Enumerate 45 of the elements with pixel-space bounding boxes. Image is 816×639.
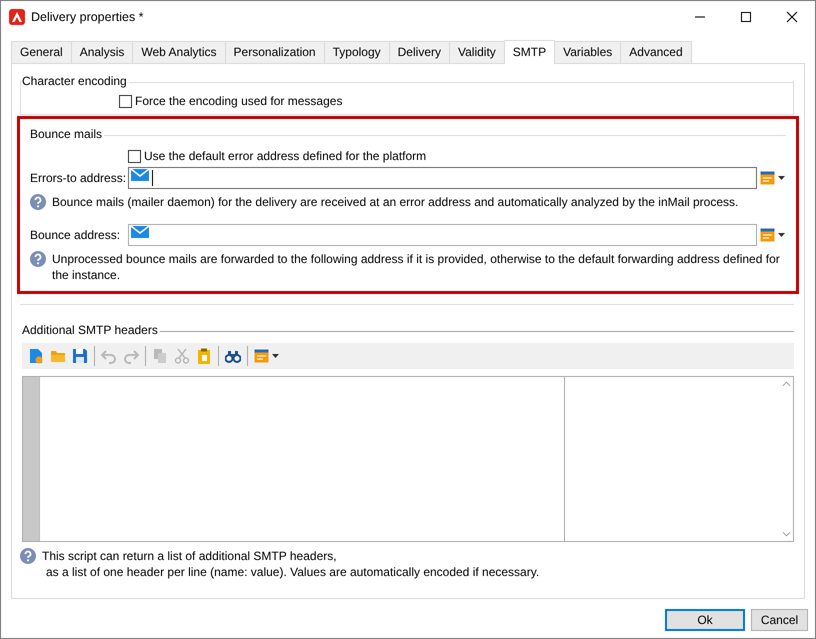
tab[interactable]: Analysis: [70, 41, 134, 63]
group-title: Character encoding: [22, 74, 127, 88]
address-picker-icon[interactable]: [760, 171, 786, 185]
tab[interactable]: Typology: [324, 41, 390, 63]
tab[interactable]: Validity: [448, 41, 505, 63]
binoculars-icon[interactable]: [225, 348, 241, 364]
address-field[interactable]: [128, 167, 757, 189]
address-field[interactable]: [128, 224, 757, 246]
help-text: Bounce mails (mailer daemon) for the delivery are received at an error address and automatically analyzed by the inMail process.: [52, 194, 738, 210]
window-title: Delivery properties *: [31, 10, 144, 24]
tab[interactable]: Variables: [554, 41, 622, 63]
tab[interactable]: General: [11, 41, 72, 63]
dialog-button[interactable]: Cancel: [751, 609, 808, 631]
save-icon[interactable]: [72, 348, 88, 364]
address-picker-icon[interactable]: [760, 228, 786, 242]
group-title: Bounce mails: [30, 127, 102, 141]
help-icon: [20, 548, 36, 564]
folder-icon[interactable]: [50, 348, 66, 364]
scroll-down-icon[interactable]: [782, 531, 790, 537]
script-editor[interactable]: [22, 376, 794, 542]
group-title: Additional SMTP headers: [22, 323, 158, 337]
checkbox[interactable]: [119, 94, 132, 108]
tab[interactable]: Personalization: [224, 41, 325, 63]
checkbox[interactable]: [128, 150, 141, 162]
tab[interactable]: SMTP: [504, 40, 556, 64]
checkbox-label[interactable]: Use the default error address defined for the platform: [144, 149, 426, 163]
tab[interactable]: Delivery: [388, 41, 450, 63]
envelope-icon: [131, 169, 149, 181]
field-label: Errors-to address:: [30, 171, 128, 185]
app-logo-icon: [9, 8, 25, 24]
menu-dropdown-icon[interactable]: [254, 349, 280, 363]
tab[interactable]: Web Analytics: [132, 41, 226, 63]
help-text: as a list of one header per line (name: value). Values are automatically encoded if necessary.: [45, 564, 540, 580]
help-text: Unprocessed bounce mails are forwarded to the following address if it is provided, otherwise to the default forwarding address defined for the instance.: [52, 251, 781, 283]
help-text: This script can return a list of additional SMTP headers,: [42, 548, 338, 564]
help-icon: [30, 194, 46, 210]
scroll-up-icon[interactable]: [782, 381, 790, 387]
checkbox-label[interactable]: Force the encoding used for messages: [135, 94, 342, 108]
clipboard-icon[interactable]: [196, 348, 212, 364]
new-document-icon[interactable]: [28, 348, 44, 364]
tab[interactable]: Advanced: [620, 41, 692, 63]
envelope-icon: [131, 226, 149, 238]
field-label: Bounce address:: [30, 228, 122, 242]
help-icon: [30, 251, 46, 267]
dialog-button[interactable]: Ok: [665, 609, 745, 631]
